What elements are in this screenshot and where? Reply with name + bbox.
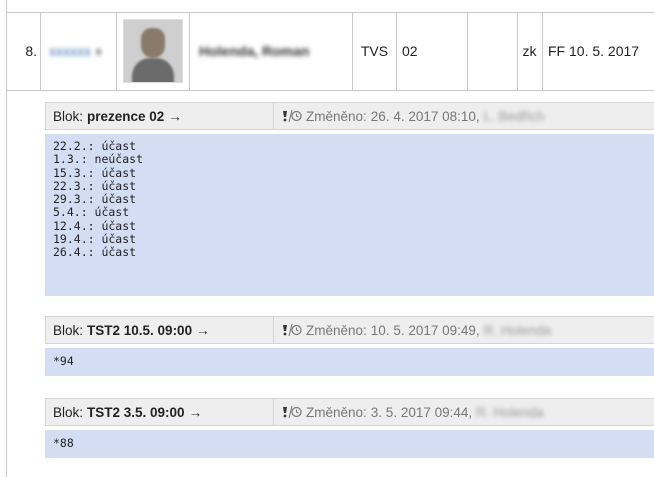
changed-by: R. Holenda: [483, 322, 552, 338]
student-row: 8. xxxxxx ♦ Holenda, Roman TVS 02 zk FF …: [6, 12, 654, 91]
student-id-link[interactable]: xxxxxx ♦: [41, 12, 117, 90]
block-content: *94: [45, 348, 654, 376]
changed-label: Změněno:: [306, 322, 367, 338]
arrow-icon[interactable]: →: [189, 405, 203, 420]
block-header: Blok: TST2 3.5. 09:00 → Změněno: 3. 5. 2…: [45, 398, 654, 426]
block-header: Blok: TST2 10.5. 09:00 → Změněno: 10. 5.…: [45, 316, 654, 344]
block-prefix: Blok:: [53, 322, 84, 338]
arrow-icon[interactable]: →: [196, 323, 210, 338]
changed-label: Změněno:: [306, 108, 367, 124]
notebook-block: Blok: prezence 02 → Změněno: 26. 4. 2017…: [45, 102, 654, 296]
changed-by: L. Bedřich: [483, 108, 545, 124]
photo-head: [141, 28, 165, 58]
changed-date: 26. 4. 2017 08:10,: [370, 108, 480, 124]
block-title-link[interactable]: prezence 02: [87, 109, 164, 124]
student-name: Holenda, Roman: [199, 43, 310, 59]
study-code: TVS: [353, 12, 397, 90]
student-photo: [123, 19, 183, 83]
notebook-block: Blok: TST2 3.5. 09:00 → Změněno: 3. 5. 2…: [45, 398, 654, 458]
row-number: 8.: [6, 12, 41, 90]
block-change-info: Změněno: 10. 5. 2017 09:49, R. Holenda: [274, 317, 551, 343]
photo-body: [132, 58, 174, 82]
block-prefix: Blok:: [53, 404, 84, 420]
block-change-info: Změněno: 3. 5. 2017 09:44, R. Holenda: [274, 399, 544, 425]
changed-date: 3. 5. 2017 09:44,: [370, 404, 473, 420]
block-change-info: Změněno: 26. 4. 2017 08:10, L. Bedřich: [274, 103, 544, 129]
block-title-link[interactable]: TST2 3.5. 09:00: [87, 405, 185, 420]
block-content: *88: [45, 430, 654, 458]
info-icon: ♦: [95, 43, 103, 59]
block-title-cell[interactable]: Blok: TST2 3.5. 09:00 →: [46, 399, 274, 425]
empty-cell: [468, 12, 518, 90]
completion-type: zk: [517, 12, 543, 90]
notebook-block: Blok: TST2 10.5. 09:00 → Změněno: 10. 5.…: [45, 316, 654, 376]
changed-date: 10. 5. 2017 09:49,: [370, 322, 480, 338]
block-title-link[interactable]: TST2 10.5. 09:00: [87, 323, 192, 338]
changed-by: R. Holenda: [476, 404, 544, 420]
notes-clock-icon[interactable]: [280, 109, 302, 123]
student-name-cell: Holenda, Roman: [189, 12, 353, 90]
block-title-cell[interactable]: Blok: TST2 10.5. 09:00 →: [46, 317, 274, 343]
changed-label: Změněno:: [306, 404, 367, 420]
student-id[interactable]: xxxxxx: [49, 43, 91, 59]
notes-clock-icon[interactable]: [280, 323, 302, 337]
notes-clock-icon[interactable]: [280, 405, 302, 419]
group-number: 02: [396, 12, 468, 90]
block-content: 22.2.: účast 1.3.: neúčast 15.3.: účast …: [45, 134, 654, 296]
arrow-icon[interactable]: →: [168, 109, 182, 124]
photo-cell: [117, 12, 190, 90]
block-header: Blok: prezence 02 → Změněno: 26. 4. 2017…: [45, 102, 654, 130]
block-title-cell[interactable]: Blok: prezence 02 →: [46, 103, 274, 129]
completion-date: FF 10. 5. 2017: [548, 43, 640, 59]
block-prefix: Blok:: [53, 108, 84, 124]
